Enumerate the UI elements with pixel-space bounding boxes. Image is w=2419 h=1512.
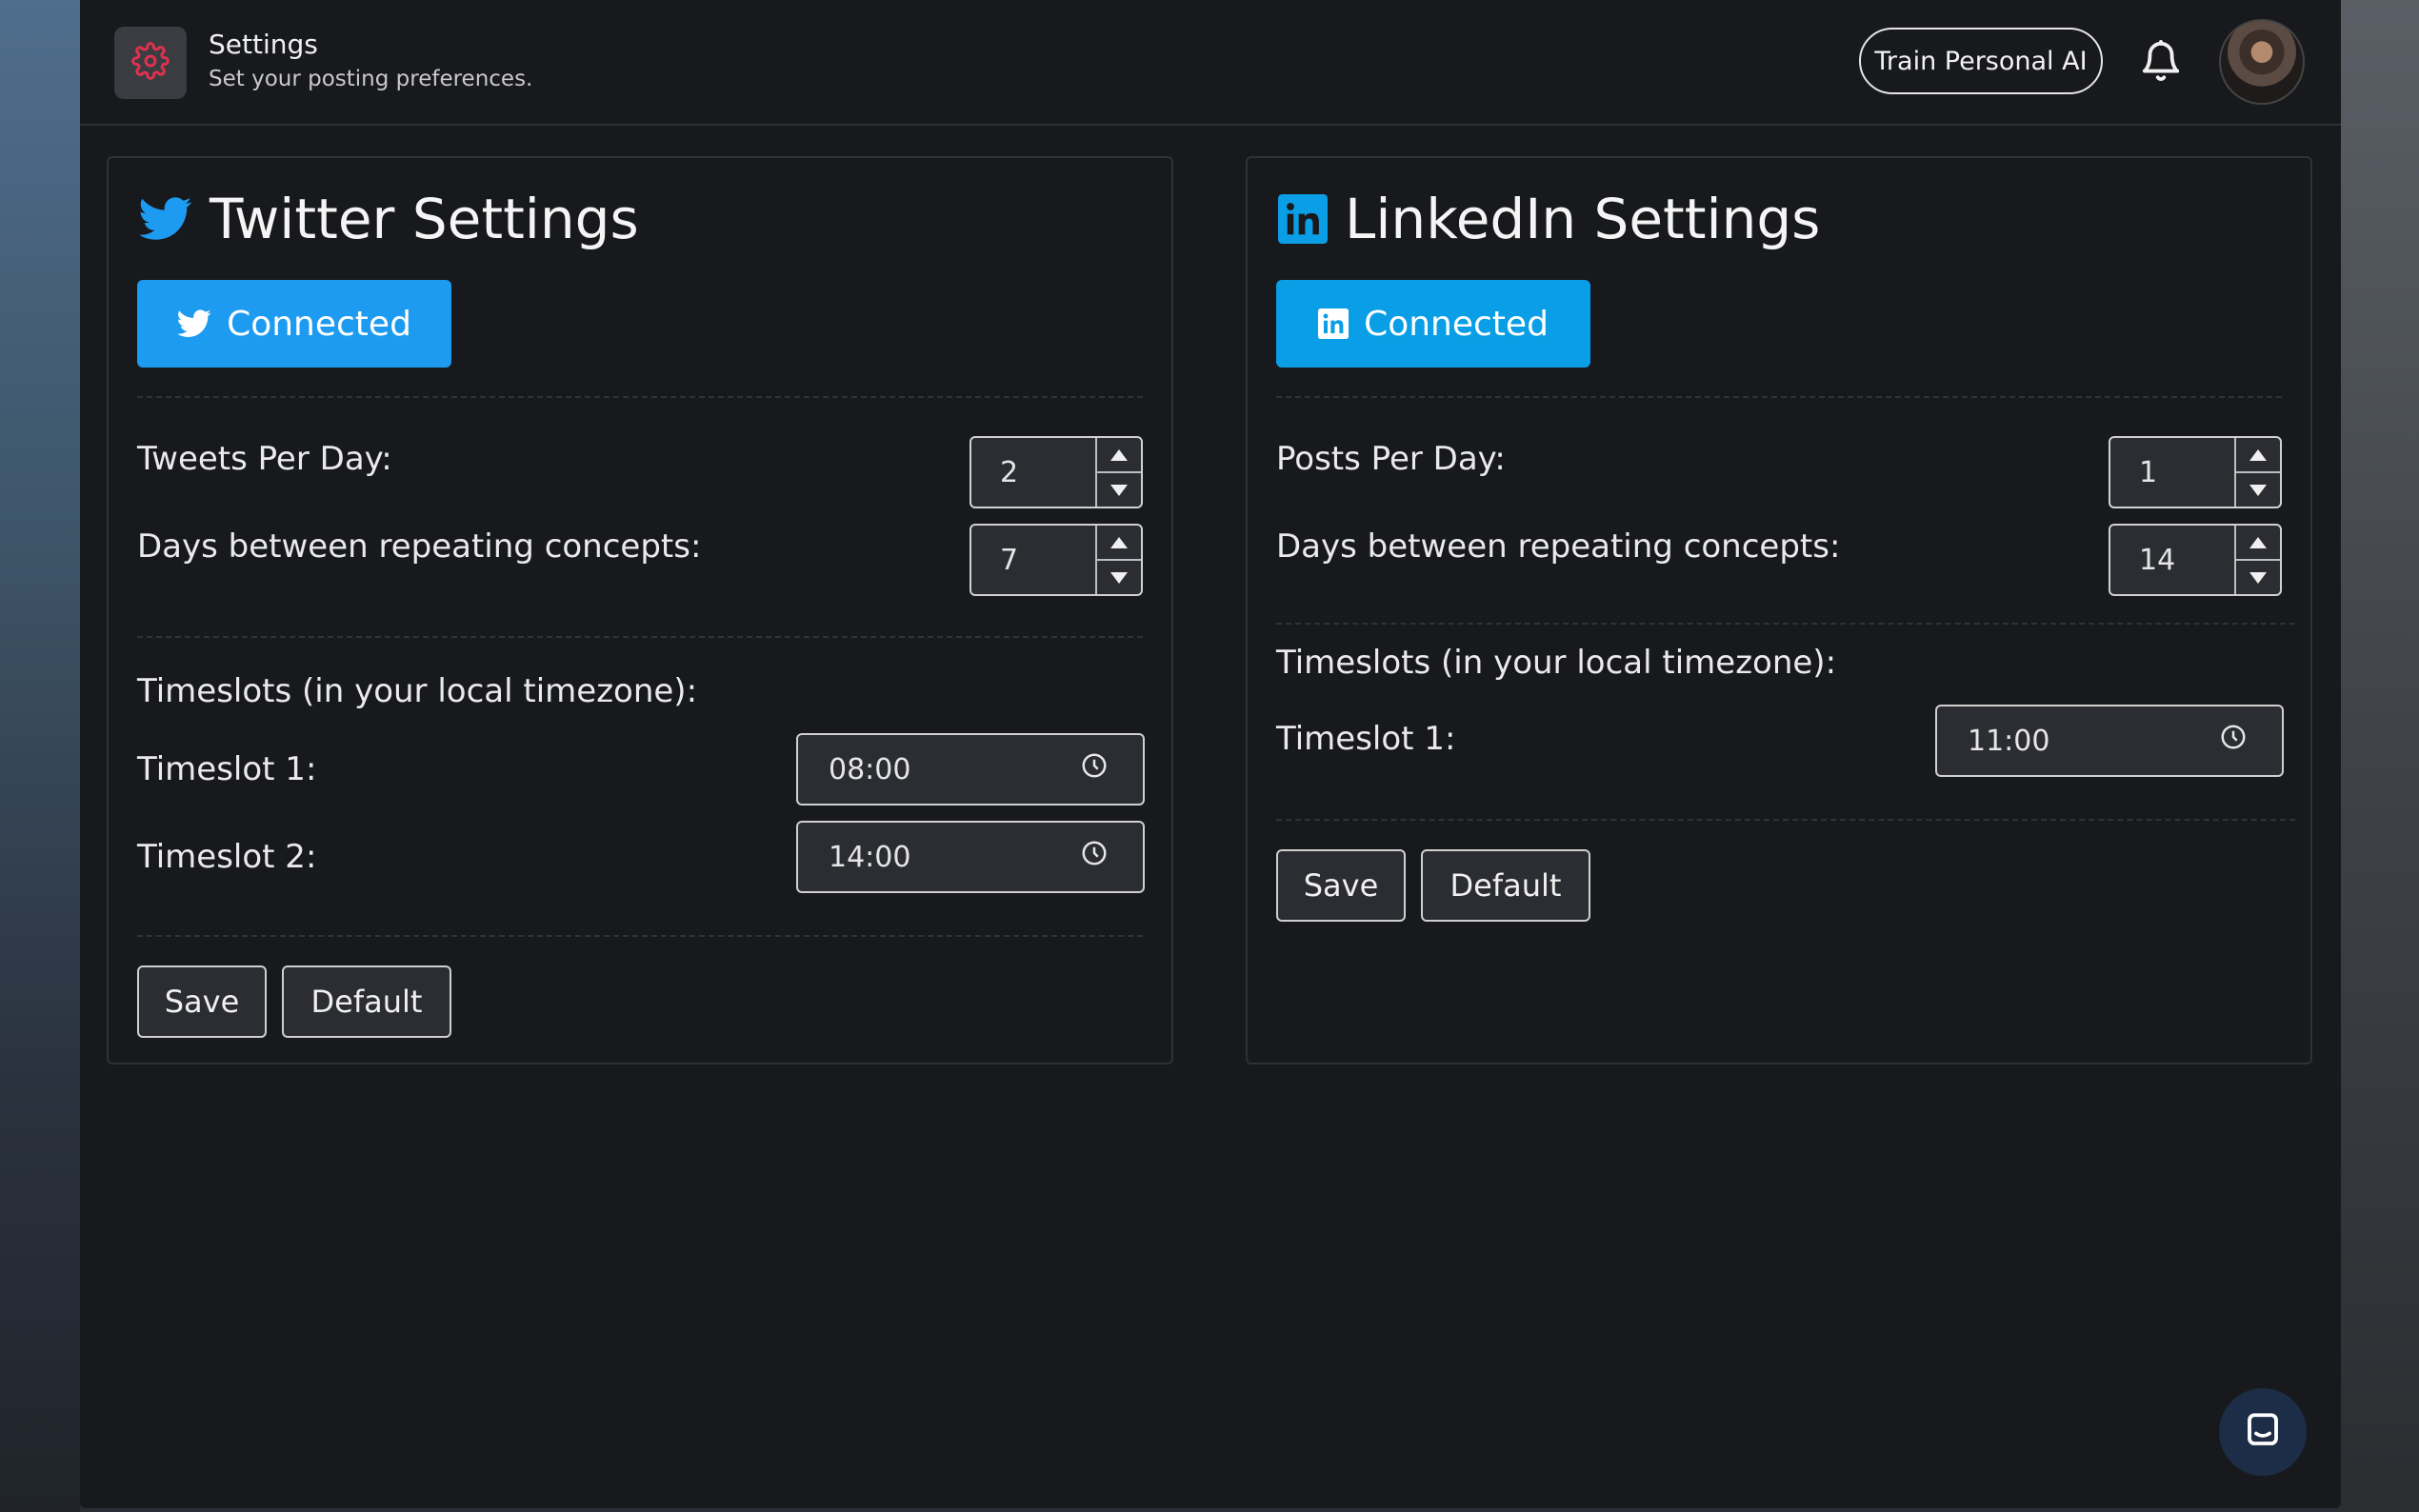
- repeat-days-label: Days between repeating concepts:: [137, 527, 702, 566]
- divider: [1276, 623, 2295, 625]
- decrement-arrow-icon[interactable]: [1097, 561, 1141, 594]
- posts-per-day-label: Posts Per Day:: [1276, 440, 1506, 478]
- timeslots-heading: Timeslots (in your local timezone):: [137, 672, 698, 710]
- twitter-connected-label: Connected: [227, 304, 411, 344]
- page-title: Settings: [209, 29, 318, 60]
- avatar[interactable]: [2219, 19, 2305, 105]
- timeslot-value[interactable]: 11:00: [1968, 725, 2049, 758]
- repeat-days-stepper[interactable]: 14: [2109, 524, 2282, 596]
- twitter-title-text: Twitter Settings: [210, 187, 639, 251]
- twitter-bird-icon: [139, 196, 192, 242]
- increment-arrow-icon[interactable]: [2236, 526, 2280, 561]
- chat-launcher-button[interactable]: [2219, 1388, 2307, 1476]
- train-personal-ai-button[interactable]: Train Personal AI: [1859, 28, 2103, 94]
- desktop-background-right: [2339, 0, 2419, 1512]
- tweets-per-day-label: Tweets Per Day:: [137, 440, 392, 478]
- chat-icon[interactable]: [2243, 1410, 2283, 1454]
- linkedin-connected-label: Connected: [1364, 304, 1549, 344]
- app-window: Settings Set your posting preferences. T…: [80, 0, 2341, 1508]
- tweets-per-day-value[interactable]: 2: [971, 438, 1095, 507]
- divider: [137, 636, 1143, 638]
- linkedin-icon: [1278, 194, 1328, 244]
- twitter-default-button[interactable]: Default: [282, 965, 451, 1038]
- timeslot-label: Timeslot 1:: [1276, 720, 1456, 758]
- linkedin-icon: [1318, 308, 1349, 339]
- clock-icon[interactable]: [1080, 751, 1109, 787]
- tweets-per-day-stepper[interactable]: 2: [970, 436, 1143, 508]
- gear-icon: [131, 42, 170, 84]
- timeslot-label: Timeslot 1:: [137, 750, 317, 788]
- divider: [137, 396, 1143, 398]
- clock-icon[interactable]: [2219, 723, 2248, 759]
- bell-icon[interactable]: [2139, 38, 2183, 86]
- decrement-arrow-icon[interactable]: [2236, 561, 2280, 594]
- timeslot-1-input[interactable]: 08:00: [796, 733, 1145, 806]
- repeat-days-value[interactable]: 7: [971, 526, 1095, 594]
- increment-arrow-icon[interactable]: [1097, 526, 1141, 561]
- posts-per-day-stepper[interactable]: 1: [2109, 436, 2282, 508]
- repeat-days-label: Days between repeating concepts:: [1276, 527, 1841, 566]
- divider: [1276, 819, 2295, 821]
- twitter-connected-button[interactable]: Connected: [137, 280, 451, 368]
- linkedin-title-text: LinkedIn Settings: [1345, 187, 1821, 251]
- linkedin-card-title: LinkedIn Settings: [1278, 187, 1820, 251]
- twitter-card-title: Twitter Settings: [139, 187, 639, 251]
- timeslot-label: Timeslot 2:: [137, 838, 317, 876]
- repeat-days-stepper[interactable]: 7: [970, 524, 1143, 596]
- divider: [1276, 396, 2282, 398]
- twitter-save-button[interactable]: Save: [137, 965, 267, 1038]
- increment-arrow-icon[interactable]: [1097, 438, 1141, 473]
- timeslot-value[interactable]: 14:00: [829, 841, 910, 874]
- decrement-arrow-icon[interactable]: [2236, 473, 2280, 507]
- linkedin-settings-card: LinkedIn Settings Connected Posts Per Da…: [1246, 156, 2312, 1064]
- twitter-bird-icon: [177, 309, 211, 338]
- divider: [137, 935, 1143, 937]
- linkedin-default-button[interactable]: Default: [1421, 849, 1590, 922]
- repeat-days-value[interactable]: 14: [2110, 526, 2234, 594]
- increment-arrow-icon[interactable]: [2236, 438, 2280, 473]
- timeslot-1-input[interactable]: 11:00: [1935, 705, 2284, 777]
- linkedin-connected-button[interactable]: Connected: [1276, 280, 1590, 368]
- linkedin-save-button[interactable]: Save: [1276, 849, 1406, 922]
- timeslot-value[interactable]: 08:00: [829, 753, 910, 786]
- page-subtitle: Set your posting preferences.: [209, 67, 533, 91]
- settings-badge: [114, 27, 187, 99]
- decrement-arrow-icon[interactable]: [1097, 473, 1141, 507]
- desktop-background-left: [0, 0, 80, 1512]
- timeslots-heading: Timeslots (in your local timezone):: [1276, 644, 1837, 682]
- clock-icon[interactable]: [1080, 839, 1109, 875]
- top-header: Settings Set your posting preferences. T…: [80, 0, 2341, 126]
- posts-per-day-value[interactable]: 1: [2110, 438, 2234, 507]
- twitter-settings-card: Twitter Settings Connected Tweets Per Da…: [107, 156, 1173, 1064]
- timeslot-2-input[interactable]: 14:00: [796, 821, 1145, 893]
